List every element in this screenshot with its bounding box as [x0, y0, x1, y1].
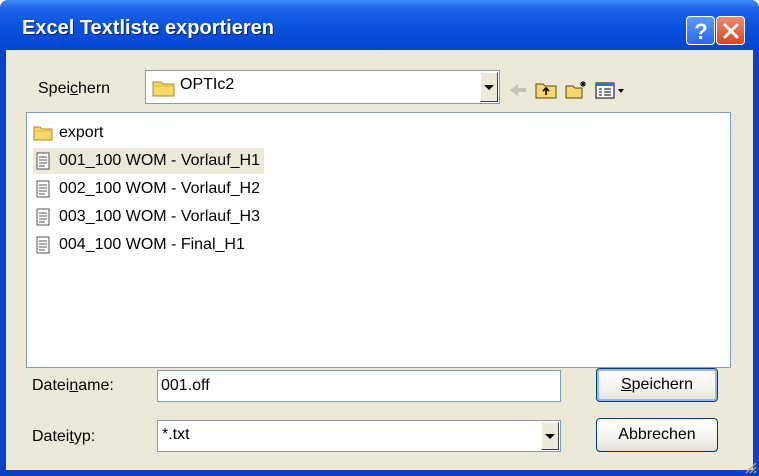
list-item[interactable]: 004_100 WOM - Final_H1: [33, 232, 245, 258]
filetype-dropdown[interactable]: *.txt: [157, 420, 561, 452]
filetype-value: *.txt: [162, 426, 190, 443]
resize-grip-icon[interactable]: [743, 460, 757, 474]
list-item[interactable]: export: [33, 120, 103, 146]
save-in-dropdown[interactable]: OPTIc2: [145, 70, 500, 104]
dialog-title: Excel Textliste exportieren: [22, 17, 274, 39]
filetype-dropdown-arrow[interactable]: [541, 422, 559, 450]
folder-icon: [33, 126, 53, 141]
text-file-icon: [36, 208, 50, 226]
save-in-dropdown-arrow[interactable]: [480, 72, 498, 102]
svg-text:?: ?: [694, 20, 707, 42]
filename-field[interactable]: [157, 370, 561, 402]
filename-label: Dateiname:: [32, 377, 114, 394]
save-in-location: OPTIc2: [180, 76, 235, 93]
save-button[interactable]: Speichern: [596, 368, 718, 402]
filename-input[interactable]: [158, 371, 560, 401]
list-item-selected[interactable]: 001_100 WOM - Vorlauf_H1: [33, 148, 264, 174]
file-list[interactable]: export 001_100 WOM - Vorlauf_H1 002_100 …: [26, 112, 731, 368]
file-name: 002_100 WOM - Vorlauf_H2: [59, 180, 260, 197]
view-menu-icon[interactable]: [594, 80, 628, 100]
folder-icon: [152, 81, 175, 97]
list-item[interactable]: 003_100 WOM - Vorlauf_H3: [33, 204, 260, 230]
text-file-icon: [36, 180, 50, 198]
save-in-label: Speichern: [38, 80, 111, 97]
back-arrow-icon[interactable]: [506, 80, 530, 100]
list-item[interactable]: 002_100 WOM - Vorlauf_H2: [33, 176, 260, 202]
up-folder-icon[interactable]: [534, 80, 558, 100]
close-icon: [723, 23, 738, 38]
text-file-icon: [36, 236, 50, 254]
file-name: 003_100 WOM - Vorlauf_H3: [59, 208, 260, 225]
close-button[interactable]: [716, 16, 745, 45]
help-button[interactable]: ?: [686, 16, 715, 45]
file-name: 001_100 WOM - Vorlauf_H1: [59, 152, 260, 169]
question-mark-icon: ?: [694, 20, 707, 42]
filetype-label: Dateityp:: [32, 428, 96, 445]
text-file-icon: [36, 152, 50, 170]
file-name: export: [59, 124, 104, 141]
file-name: 004_100 WOM - Final_H1: [59, 236, 245, 253]
new-folder-icon[interactable]: [564, 80, 588, 100]
cancel-button[interactable]: Abbrechen: [596, 418, 718, 452]
